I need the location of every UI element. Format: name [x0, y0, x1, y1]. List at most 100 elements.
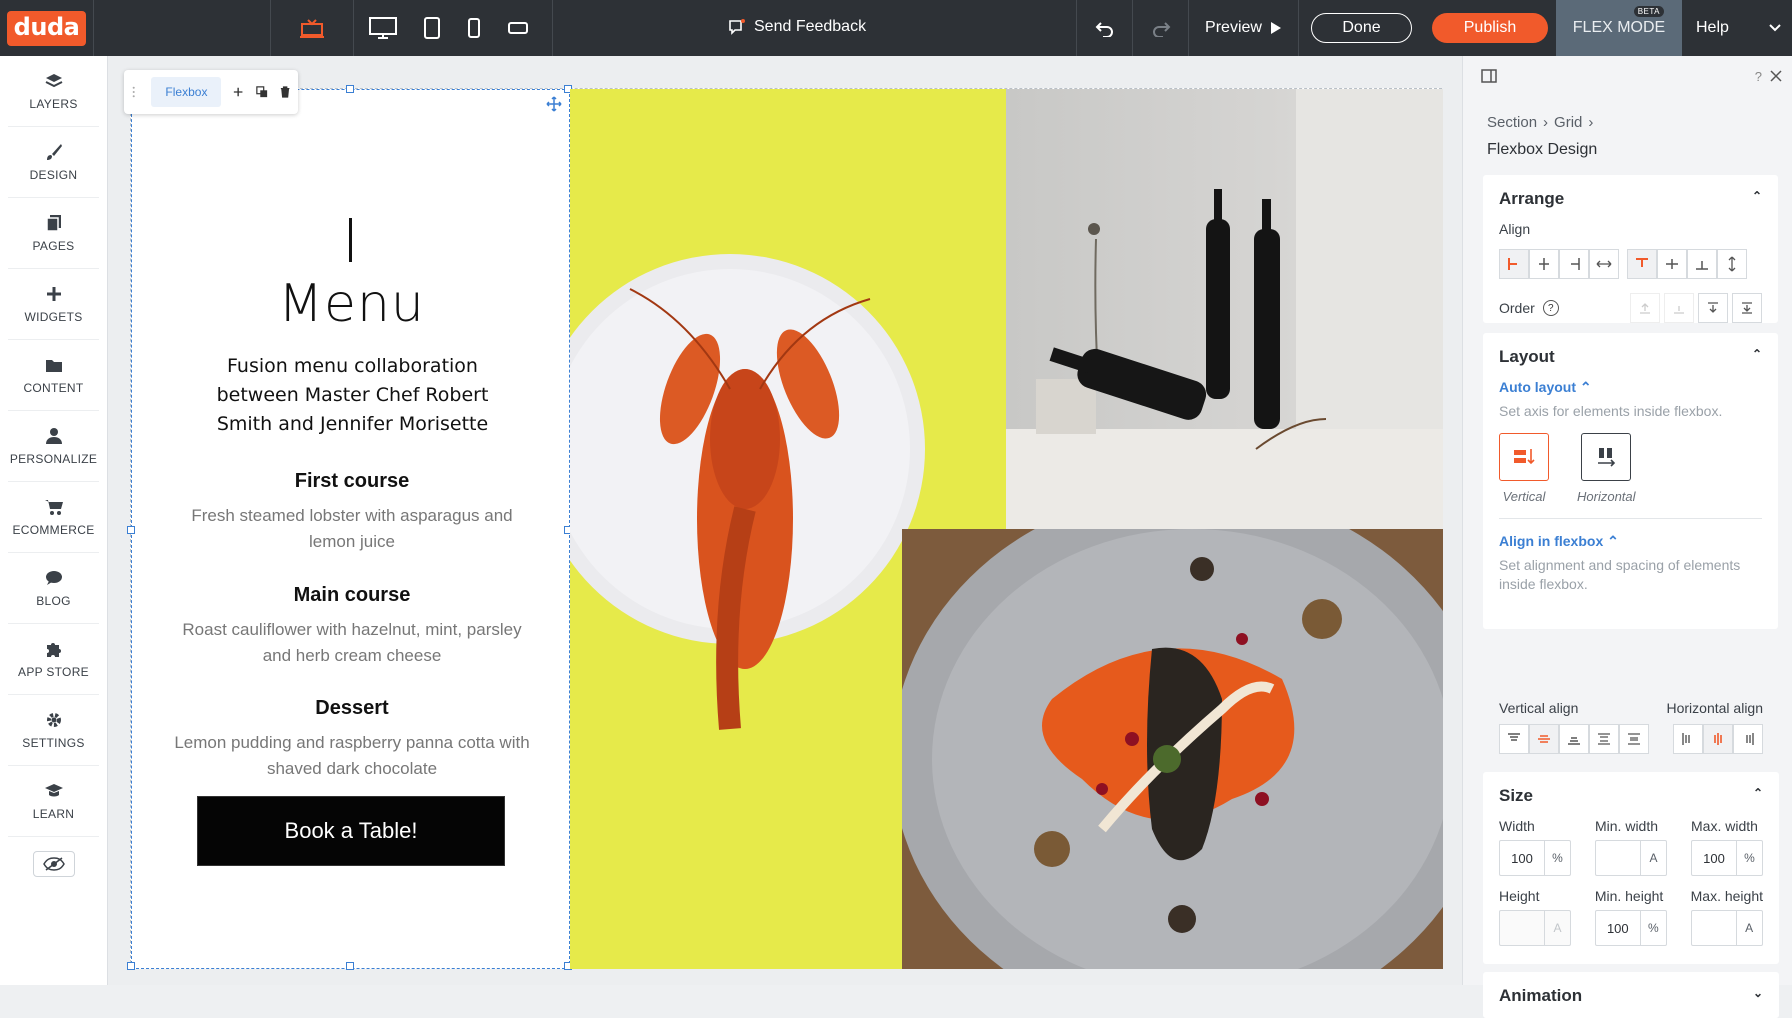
animation-header[interactable]: Animation ⌄ — [1499, 972, 1763, 1018]
send-to-back-icon — [1742, 302, 1752, 314]
grid-section[interactable]: Menu Fusion menu collaboration between M… — [124, 70, 1443, 970]
valign-center-icon — [1538, 735, 1550, 743]
help-icon[interactable]: ? — [1755, 69, 1762, 84]
book-table-button[interactable]: Book a Table! — [197, 796, 505, 866]
axis-vertical-option[interactable]: Vertical — [1499, 433, 1549, 504]
move-icon[interactable] — [546, 96, 562, 117]
breadcrumb-grid[interactable]: Grid — [1554, 114, 1582, 131]
element-type-tag[interactable]: Flexbox — [151, 77, 222, 107]
horizontal-align-label: Horizontal align — [1666, 700, 1764, 716]
sidebar-item-settings[interactable]: SETTINGS — [8, 695, 99, 766]
hidden-elements-toggle[interactable] — [32, 851, 75, 877]
sidebar-item-learn[interactable]: LEARN — [8, 766, 99, 837]
help-menu[interactable]: Help — [1682, 0, 1792, 56]
mobile-landscape-device-button[interactable] — [496, 0, 540, 56]
desktop-icon — [369, 17, 397, 39]
halign-center-button[interactable] — [1703, 724, 1733, 754]
align-top-button[interactable] — [1627, 249, 1657, 279]
course-first[interactable]: First course Fresh steamed lobster with … — [172, 470, 532, 555]
min-height-label: Min. height — [1594, 888, 1664, 904]
width-row: Width 100% Min. width A Max. width 100% — [1499, 818, 1763, 876]
device-switcher — [94, 0, 553, 56]
sidebar-item-widgets[interactable]: WIDGETS — [8, 269, 99, 340]
width-input[interactable]: 100% — [1499, 840, 1571, 876]
align-in-flexbox-toggle[interactable]: Align in flexbox ⌃ — [1499, 533, 1762, 550]
valign-space-around-button[interactable] — [1619, 724, 1649, 754]
sidebar-item-design[interactable]: DESIGN — [8, 127, 99, 198]
max-height-input[interactable]: A — [1690, 910, 1763, 946]
drag-handle-icon[interactable] — [132, 85, 135, 99]
delete-icon[interactable] — [280, 85, 290, 99]
dock-panel-icon[interactable] — [1481, 69, 1497, 83]
publish-button-wrap: Publish — [1424, 0, 1556, 56]
sidebar-item-content[interactable]: CONTENT — [8, 340, 99, 411]
redo-button[interactable] — [1132, 0, 1188, 56]
min-width-input[interactable]: A — [1595, 840, 1667, 876]
sidebar-item-ecommerce[interactable]: ECOMMERCE — [8, 482, 99, 553]
align-center-button[interactable] — [1529, 249, 1559, 279]
gear-icon — [43, 710, 65, 730]
bring-forward-button[interactable] — [1664, 293, 1694, 323]
close-icon[interactable] — [1770, 70, 1782, 82]
desktop-device-button[interactable] — [354, 0, 412, 56]
flex-mode-button[interactable]: FLEX MODE BETA — [1556, 0, 1682, 56]
duda-logo[interactable]: duda — [0, 0, 94, 56]
layout-header[interactable]: Layout ⌃ — [1499, 333, 1762, 379]
stretch-vertical-button[interactable] — [1717, 249, 1747, 279]
course-dessert[interactable]: Dessert Lemon pudding and raspberry pann… — [172, 697, 532, 782]
preview-button[interactable]: Preview — [1188, 0, 1298, 56]
align-right-icon — [1571, 258, 1580, 270]
course-main[interactable]: Main course Roast cauliflower with hazel… — [172, 584, 532, 669]
done-button[interactable]: Done — [1311, 13, 1412, 43]
duplicate-icon[interactable] — [255, 85, 268, 99]
display-device-button[interactable] — [270, 0, 354, 56]
min-height-input[interactable]: 100% — [1594, 910, 1667, 946]
breadcrumb-section[interactable]: Section — [1487, 114, 1537, 131]
sidebar-item-personalize[interactable]: PERSONALIZE — [8, 411, 99, 482]
valign-space-between-button[interactable] — [1589, 724, 1619, 754]
publish-button[interactable]: Publish — [1431, 13, 1549, 43]
panel-header: ? — [1463, 56, 1792, 96]
mobile-device-button[interactable] — [452, 0, 496, 56]
resize-handle[interactable] — [127, 962, 135, 970]
plated-dish-image[interactable] — [902, 529, 1443, 969]
align-middle-button[interactable] — [1657, 249, 1687, 279]
bring-to-front-button[interactable] — [1630, 293, 1660, 323]
sidebar-item-pages[interactable]: PAGES — [8, 198, 99, 269]
chevron-right-icon: › — [1588, 114, 1594, 131]
menu-title[interactable]: Menu — [132, 274, 571, 334]
menu-flexbox[interactable]: Menu Fusion menu collaboration between M… — [124, 70, 572, 970]
align-left-button[interactable] — [1499, 249, 1529, 279]
send-feedback-button[interactable]: Send Feedback — [728, 18, 866, 36]
resize-handle[interactable] — [346, 85, 354, 93]
sidebar-item-blog[interactable]: BLOG — [8, 553, 99, 624]
add-icon[interactable] — [233, 86, 243, 98]
menu-description[interactable]: Fusion menu collaboration between Master… — [190, 352, 515, 439]
resize-handle[interactable] — [346, 962, 354, 970]
align-bottom-button[interactable] — [1687, 249, 1717, 279]
stretch-horizontal-button[interactable] — [1589, 249, 1619, 279]
halign-right-button[interactable] — [1733, 724, 1763, 754]
height-input[interactable]: A — [1499, 910, 1571, 946]
arrange-header[interactable]: Arrange ⌃ — [1499, 175, 1762, 221]
wine-bottles-image[interactable] — [1006, 89, 1443, 529]
send-backward-button[interactable] — [1698, 293, 1728, 323]
valign-center-button[interactable] — [1529, 724, 1559, 754]
sidebar-item-layers[interactable]: LAYERS — [8, 56, 99, 127]
axis-horizontal-option[interactable]: Horizontal — [1577, 433, 1636, 504]
sidebar-item-app-store[interactable]: APP STORE — [8, 624, 99, 695]
align-right-button[interactable] — [1559, 249, 1589, 279]
height-row: Height A Min. height 100% Max. height A — [1499, 888, 1763, 946]
send-to-back-button[interactable] — [1732, 293, 1762, 323]
auto-layout-toggle[interactable]: Auto layout ⌃ — [1499, 379, 1762, 396]
question-icon[interactable]: ? — [1542, 300, 1559, 316]
vertical-axis-icon — [1499, 433, 1549, 481]
valign-top-button[interactable] — [1499, 724, 1529, 754]
resize-handle[interactable] — [127, 526, 135, 534]
tablet-device-button[interactable] — [412, 0, 452, 56]
valign-bottom-button[interactable] — [1559, 724, 1589, 754]
max-width-input[interactable]: 100% — [1691, 840, 1763, 876]
halign-left-button[interactable] — [1673, 724, 1703, 754]
size-header[interactable]: Size ⌃ — [1499, 772, 1763, 818]
undo-button[interactable] — [1076, 0, 1132, 56]
